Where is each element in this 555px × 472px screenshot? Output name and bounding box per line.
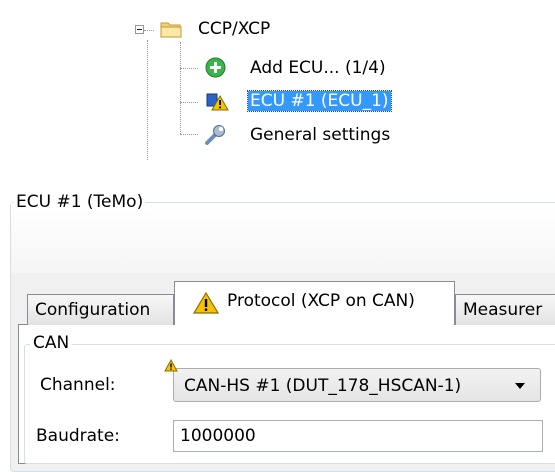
tree-item-add-ecu[interactable]: Add ECU... (1/4) — [250, 57, 386, 79]
tree-connector-line — [180, 42, 181, 134]
tab-label: Protocol (XCP on CAN) — [227, 291, 415, 311]
chevron-down-icon — [515, 383, 525, 389]
baudrate-label: Baudrate: — [36, 426, 120, 446]
tab-label: Measurer — [463, 300, 543, 320]
tab-label: Configuration — [35, 300, 151, 320]
channel-value: CAN-HS #1 (DUT_178_HSCAN-1) — [184, 376, 462, 396]
tab-measurement[interactable]: Measurer — [455, 294, 555, 325]
wrench-icon — [205, 125, 225, 145]
can-group-title: CAN — [30, 332, 73, 354]
tree-connector-line — [180, 68, 198, 69]
warning-icon — [164, 359, 178, 372]
groupbox-title: ECU #1 (TeMo) — [14, 190, 146, 214]
tab-configuration[interactable]: Configuration — [27, 294, 174, 325]
ecu-warning-icon — [206, 93, 229, 111]
tree-connector-line — [180, 134, 198, 135]
tree-connector-line — [147, 40, 148, 160]
collapse-toggle[interactable] — [135, 25, 144, 34]
tree-node-ccp-xcp[interactable]: CCP/XCP — [198, 18, 270, 40]
tree-item-ecu-1[interactable]: ECU #1 (ECU_1) — [247, 90, 392, 112]
tree-item-general-settings[interactable]: General settings — [250, 124, 390, 146]
tree-connector-line — [180, 102, 198, 103]
warning-icon — [193, 291, 219, 314]
channel-label: Channel: — [40, 375, 116, 395]
tree-connector-line — [144, 30, 154, 31]
add-icon — [205, 57, 226, 78]
selected-item-label: ECU #1 (ECU_1) — [247, 90, 392, 112]
folder-icon — [160, 22, 182, 38]
tab-protocol[interactable]: Protocol (XCP on CAN) — [174, 281, 455, 325]
baudrate-field[interactable]: 1000000 — [173, 420, 543, 452]
channel-dropdown[interactable]: CAN-HS #1 (DUT_178_HSCAN-1) — [173, 368, 541, 402]
baudrate-value: 1000000 — [180, 426, 256, 446]
